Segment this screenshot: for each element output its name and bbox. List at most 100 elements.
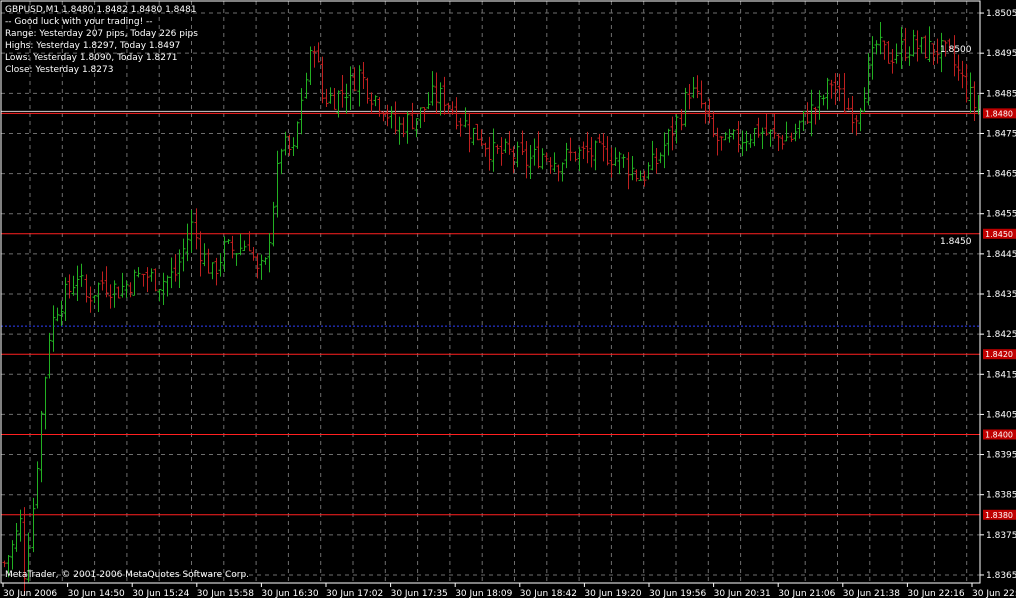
- ohlc-bar: [39, 410, 44, 483]
- x-tick-label: 30 Jun 18:09: [455, 589, 512, 598]
- ohlc-bar: [43, 376, 48, 430]
- level-price-tag-text: 1.8400: [985, 430, 1013, 439]
- ohlc-bar: [935, 38, 940, 64]
- ohlc-bar: [71, 275, 76, 296]
- ohlc-bar: [650, 140, 655, 171]
- ohlc-bar: [410, 102, 415, 130]
- ohlc-bar: [585, 131, 590, 164]
- ohlc-bar: [210, 262, 215, 280]
- ohlc-bar: [495, 144, 500, 154]
- ohlc-bar: [47, 332, 52, 379]
- horizontal-levels: 1.8480 1.8450 1.8450 1.8420 1.8400 1.8380: [1, 108, 1016, 520]
- symbol-line: GBPUSD,M1 1.8480 1.8482 1.8480 1.8481: [5, 5, 197, 15]
- x-tick-label: 30 Jun 19:20: [584, 589, 641, 598]
- ohlc-bar: [128, 282, 133, 298]
- ohlc-bar: [972, 81, 977, 122]
- ohlc-bar: [907, 46, 912, 66]
- ohlc-bar: [173, 254, 178, 282]
- level-price-tag-text: 1.8420: [985, 350, 1013, 359]
- ohlc-bar: [899, 26, 904, 69]
- ohlc-bar: [764, 113, 769, 136]
- ohlc-bar: [556, 164, 561, 182]
- ohlc-bar: [621, 154, 626, 168]
- ohlc-bar: [471, 127, 476, 146]
- ohlc-bar: [915, 30, 920, 62]
- y-tick-label: 1.8495: [986, 49, 1016, 59]
- ohlc-bar: [88, 286, 93, 313]
- ohlc-bar: [483, 142, 488, 157]
- ohlc-bar: [132, 269, 137, 296]
- ohlc-bar: [544, 152, 549, 162]
- ohlc-bar: [202, 243, 207, 267]
- ohlc-bar: [393, 101, 398, 135]
- ohlc-bar: [715, 127, 720, 156]
- ohlc-bar: [340, 74, 345, 108]
- ohlc-bar: [2, 560, 7, 568]
- ohlc-bar: [609, 147, 614, 178]
- ohlc-bar: [75, 265, 80, 302]
- ohlc-bar: [92, 295, 97, 303]
- x-tick-label: 30 Jun 22:16: [907, 589, 964, 598]
- x-tick-label: 30 Jun 14:50: [68, 589, 125, 598]
- ohlc-bar: [524, 141, 529, 179]
- ohlc-bar: [491, 128, 496, 172]
- ohlc-bar: [487, 136, 492, 171]
- ohlc-bar: [956, 54, 961, 81]
- ohlc-bar: [503, 138, 508, 154]
- ohlc-bar: [31, 497, 36, 553]
- ohlc-bar: [666, 128, 671, 156]
- ohlc-bar: [960, 60, 965, 89]
- ohlc-bar: [169, 257, 174, 289]
- y-axis: 1.8365 1.8375 1.8385 1.8395 1.8405 1.8415 1.84…: [980, 9, 1016, 581]
- ohlc-bar: [22, 507, 27, 595]
- ohlc-bar: [780, 135, 785, 150]
- ohlc-bar: [548, 157, 553, 174]
- y-tick-label: 1.8445: [986, 250, 1016, 260]
- ohlc-bar: [194, 208, 199, 250]
- info-line: Range: Yesterday 207 pips, Today 226 pip…: [5, 29, 198, 39]
- ohlc-bar: [316, 42, 321, 63]
- ohlc-bar: [964, 63, 969, 103]
- ohlc-bar: [886, 41, 891, 64]
- ohlc-bar: [626, 152, 631, 190]
- ohlc-bar: [214, 257, 219, 286]
- ohlc-bar: [96, 282, 101, 312]
- ohlc-bar: [141, 273, 146, 287]
- ohlc-bar: [67, 274, 72, 299]
- ohlc-bar: [185, 223, 190, 262]
- y-tick-label: 1.8455: [986, 210, 1016, 220]
- y-tick-label: 1.8385: [986, 491, 1016, 501]
- top-price-marker: 1.8500: [940, 45, 972, 55]
- ohlc-bar: [797, 120, 802, 139]
- price-chart[interactable]: 1.8480 1.8450 1.8450 1.8420 1.8400 1.8380 1.8…: [0, 0, 1016, 598]
- ohlc-bar: [793, 123, 798, 142]
- ohlc-bar: [55, 307, 60, 322]
- ohlc-bar: [145, 267, 150, 293]
- ohlc-bar: [389, 106, 394, 129]
- ohlc-bar: [821, 94, 826, 106]
- ohlc-bar: [308, 46, 313, 85]
- ohlc-bar: [515, 141, 520, 168]
- ohlc-bar: [304, 72, 309, 99]
- y-tick-label: 1.8395: [986, 451, 1016, 461]
- ohlc-bar: [837, 73, 842, 102]
- ohlc-bar: [104, 266, 109, 298]
- ohlc-bar: [870, 36, 875, 80]
- ohlc-bar: [613, 147, 618, 166]
- ohlc-bar: [385, 104, 390, 127]
- ohlc-bar: [674, 114, 679, 144]
- ohlc-bar: [59, 300, 64, 326]
- ohlc-bar: [422, 107, 427, 123]
- ohlc-bar: [230, 235, 235, 259]
- ohlc-bar: [161, 272, 166, 306]
- x-tick-label: 30 Jun 2006: [3, 589, 57, 598]
- ohlc-bar: [789, 132, 794, 142]
- ohlc-bar: [467, 112, 472, 153]
- ohlc-bar: [617, 151, 622, 175]
- ohlc-bar: [35, 461, 40, 509]
- level-marker-label: 1.8450: [940, 237, 972, 247]
- ohlc-bar: [842, 72, 847, 113]
- y-tick-label: 1.8405: [986, 410, 1016, 420]
- y-tick-label: 1.8425: [986, 330, 1016, 340]
- ohlc-bar: [638, 170, 643, 181]
